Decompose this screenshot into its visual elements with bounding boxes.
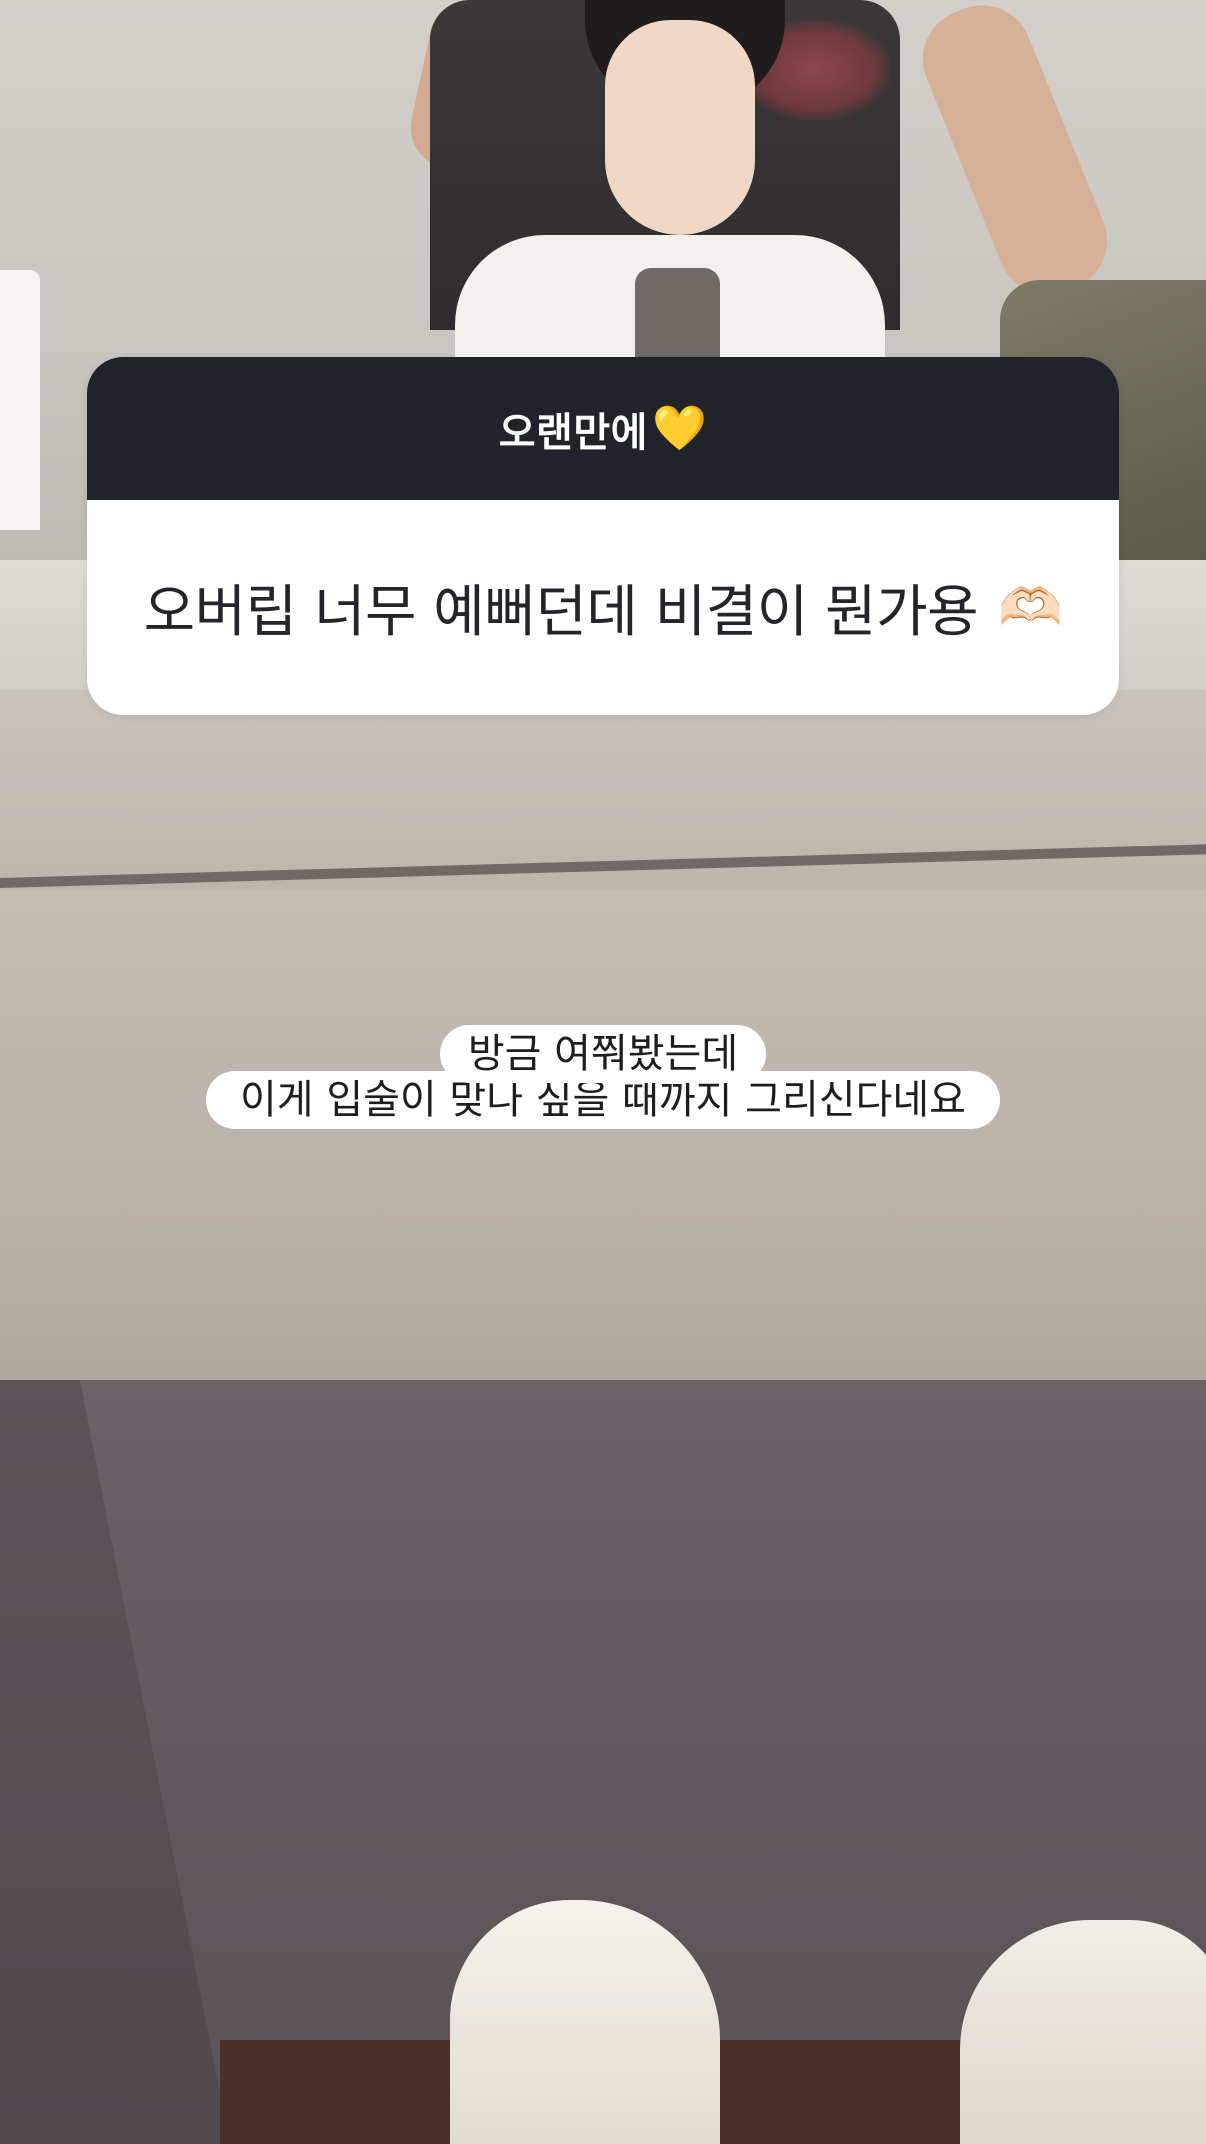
- question-sticker-body: 오버립 너무 예뻐던데 비결이 뭔가용 🫶🏻: [87, 500, 1119, 715]
- answer-line-1: 방금 여쭤봤는데: [439, 1025, 767, 1083]
- question-text: 오버립 너무 예뻐던데 비결이 뭔가용: [143, 580, 979, 645]
- question-sticker-header: 오랜만에 💛: [87, 357, 1119, 500]
- question-sticker[interactable]: 오랜만에 💛 오버립 너무 예뻐던데 비결이 뭔가용 🫶🏻: [87, 357, 1119, 715]
- yellow-heart-icon: 💛: [651, 402, 708, 454]
- question-header-text: 오랜만에: [498, 409, 648, 456]
- photo-cup: [0, 270, 40, 530]
- photo-drawer: [0, 890, 1206, 1380]
- photo-counter-edge: [0, 690, 1206, 890]
- story-viewer[interactable]: 오랜만에 💛 오버립 너무 예뻐던데 비결이 뭔가용 🫶🏻 방금 여쭤봤는데 이게 …: [0, 0, 1206, 2144]
- photo-face: [605, 20, 755, 235]
- answer-text-sticker[interactable]: 방금 여쭤봤는데 이게 입술이 맞나 싶을 때까지 그리신다네요: [0, 1025, 1206, 1129]
- heart-hands-icon: 🫶🏻: [998, 577, 1063, 638]
